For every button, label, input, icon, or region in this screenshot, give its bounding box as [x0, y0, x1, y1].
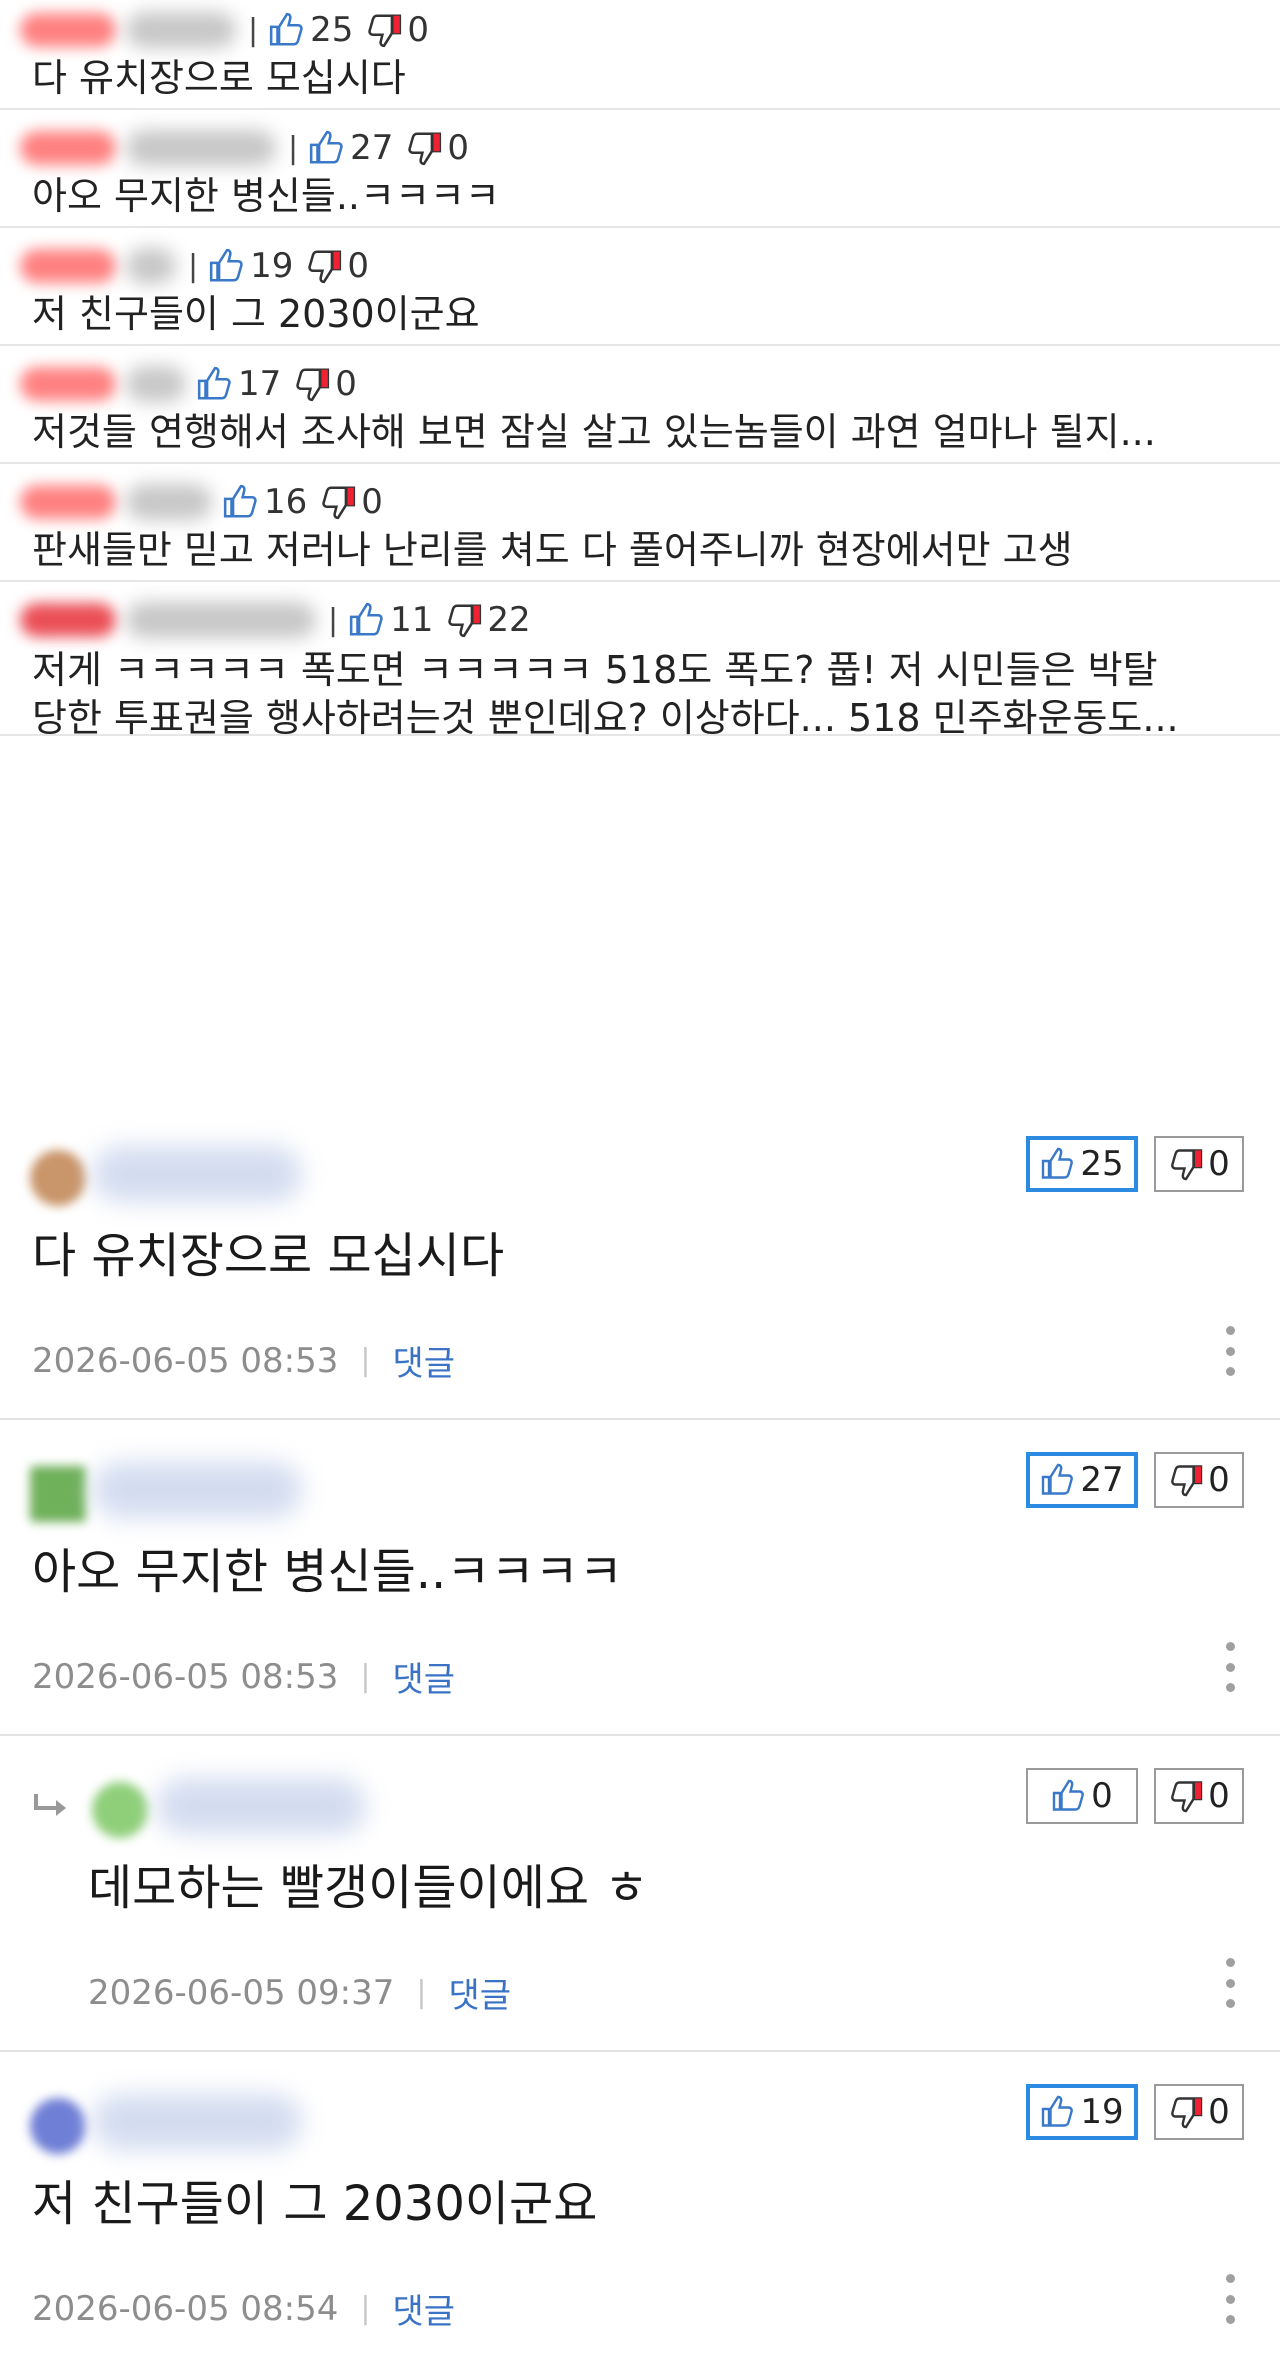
comment-meta: 2026-06-05 09:37 | 댓글: [88, 1968, 511, 2017]
comment-text: 아오 무지한 병신들..ㅋㅋㅋㅋ: [32, 174, 500, 218]
dislike-button[interactable]: 0: [1154, 1136, 1244, 1192]
thumbs-up-icon: [210, 248, 243, 282]
thumbs-up-icon: [223, 484, 257, 518]
compact-comment[interactable]: 16 0 판새들만 믿고 저러나 난리를 쳐도 다 풀어주니까 현장에서만 고생: [0, 464, 1280, 582]
comment-text-line2: 당한 투표권을 행사하려는것 뿐인데요? 이상하다... 518 민주화운동도.…: [32, 696, 1179, 740]
comment-meta: 2026-06-05 08:53 | 댓글: [32, 1652, 455, 1701]
thumbs-up-icon: [270, 12, 303, 46]
thumbs-up-icon: [1042, 1147, 1074, 1179]
comment-meta: 2026-06-05 08:54 | 댓글: [32, 2284, 455, 2333]
like-count[interactable]: 11: [348, 600, 433, 640]
thumbs-up-icon: [1052, 1779, 1085, 1811]
comment-text: 판새들만 믿고 저러나 난리를 쳐도 다 풀어주니까 현장에서만 고생: [32, 528, 1073, 572]
comment-text: 저 친구들이 그 2030이군요: [32, 292, 480, 336]
reply-arrow-icon: [34, 1794, 66, 1816]
thumbs-up-icon: [1042, 1463, 1074, 1495]
author-name: [126, 366, 186, 402]
more-vertical-icon[interactable]: [1224, 1958, 1236, 2008]
compact-comment[interactable]: | 25 0 다 유치장으로 모십시다: [0, 0, 1280, 110]
dislike-button[interactable]: 0: [1154, 1452, 1244, 1508]
author-name: [126, 484, 212, 520]
like-count[interactable]: 25: [268, 10, 353, 50]
comment-body: 저 친구들이 그 2030이군요: [32, 2176, 598, 2232]
thumbs-down-icon: [308, 250, 342, 284]
like-button[interactable]: 19: [1026, 2084, 1138, 2140]
like-count[interactable]: 17: [196, 364, 281, 404]
thumbs-up-icon: [310, 130, 343, 164]
dislike-button[interactable]: 0: [1154, 1768, 1244, 1824]
thumbs-down-icon: [296, 368, 330, 402]
thumbs-down-icon: [408, 132, 442, 166]
comment-page: | 25 0 다 유치장으로 모십시다 | 27 0 아오 무지한 병신들..ㅋ…: [0, 0, 1280, 2358]
thumbs-down-icon: [1171, 2097, 1203, 2129]
comment-body: 데모하는 빨갱이들이에요 ㅎ: [88, 1860, 649, 1916]
dislike-button[interactable]: 0: [1154, 2084, 1244, 2140]
reply-link[interactable]: 댓글: [449, 1968, 512, 2017]
compact-comment[interactable]: | 11 22 저게 ㅋㅋㅋㅋㅋ 폭도면 ㅋㅋㅋㅋㅋ 518도 폭도? 풉! 저…: [0, 582, 1280, 740]
more-vertical-icon[interactable]: [1224, 2274, 1236, 2324]
comment-text-line1: 저게 ㅋㅋㅋㅋㅋ 폭도면 ㅋㅋㅋㅋㅋ 518도 폭도? 풉! 저 시민들은 박탈: [32, 648, 1158, 692]
dislike-count[interactable]: 0: [319, 482, 383, 522]
author-name: [126, 12, 236, 48]
like-button[interactable]: 27: [1026, 1452, 1138, 1508]
timestamp: 2026-06-05 09:37: [88, 1972, 395, 2013]
author-name: [92, 1462, 302, 1518]
avatar: [30, 1466, 86, 1522]
thumbs-down-icon: [1171, 1781, 1203, 1813]
avatar: [20, 13, 116, 47]
like-count[interactable]: 27: [308, 128, 393, 168]
comment-meta: 2026-06-05 08:53 | 댓글: [32, 1336, 455, 1385]
author-name: [156, 1778, 366, 1834]
thumbs-down-icon: [1171, 1149, 1203, 1181]
thumbs-up-icon: [1042, 2095, 1074, 2127]
like-button[interactable]: 25: [1026, 1136, 1138, 1192]
compact-comment[interactable]: | 19 0 저 친구들이 그 2030이군요: [0, 228, 1280, 346]
reply-link[interactable]: 댓글: [393, 1336, 456, 1385]
comment-body: 다 유치장으로 모십시다: [32, 1228, 505, 1284]
dislike-count[interactable]: 0: [293, 364, 357, 404]
dislike-count[interactable]: 0: [405, 128, 469, 168]
comment-body: 아오 무지한 병신들..ㅋㅋㅋㅋ: [32, 1544, 623, 1600]
thumbs-down-icon: [322, 486, 356, 520]
avatar: [20, 485, 116, 519]
comment-card: 25 0 다 유치장으로 모십시다 2026-06-05 08:53 | 댓글: [0, 1104, 1280, 1420]
like-count[interactable]: 19: [208, 246, 293, 286]
thumbs-down-icon: [1171, 1465, 1203, 1497]
author-name: [92, 1146, 302, 1202]
avatar: [30, 2098, 86, 2154]
comment-card: 27 0 아오 무지한 병신들..ㅋㅋㅋㅋ 2026-06-05 08:53 |…: [0, 1420, 1280, 1736]
timestamp: 2026-06-05 08:53: [32, 1656, 339, 1697]
more-vertical-icon[interactable]: [1224, 1642, 1236, 1692]
reply-card: 0 0 데모하는 빨갱이들이에요 ㅎ 2026-06-05 09:37 | 댓글: [0, 1736, 1280, 2052]
like-count[interactable]: 16: [222, 482, 307, 522]
more-vertical-icon[interactable]: [1224, 1326, 1236, 1376]
like-button[interactable]: 0: [1026, 1768, 1138, 1824]
comment-text: 다 유치장으로 모십시다: [32, 56, 406, 100]
avatar: [20, 249, 116, 283]
reply-link[interactable]: 댓글: [393, 2284, 456, 2333]
avatar: [20, 367, 116, 401]
compact-comment[interactable]: 17 0 저것들 연행해서 조사해 보면 잠실 살고 있는놈들이 과연 얼마나 …: [0, 346, 1280, 464]
avatar: [20, 131, 116, 165]
author-name: [92, 2094, 302, 2150]
thumbs-down-icon: [448, 604, 482, 638]
avatar: [20, 603, 116, 637]
compact-comment[interactable]: | 27 0 아오 무지한 병신들..ㅋㅋㅋㅋ: [0, 110, 1280, 228]
thumbs-up-icon: [197, 366, 231, 400]
timestamp: 2026-06-05 08:53: [32, 1340, 339, 1381]
dislike-count[interactable]: 0: [365, 10, 429, 50]
comment-text: 저것들 연행해서 조사해 보면 잠실 살고 있는놈들이 과연 얼마나 될지...: [32, 410, 1156, 454]
dislike-count[interactable]: 0: [305, 246, 369, 286]
avatar: [92, 1782, 148, 1838]
author-name: [126, 248, 176, 284]
dislike-count[interactable]: 22: [445, 600, 531, 640]
timestamp: 2026-06-05 08:54: [32, 2288, 339, 2329]
thumbs-down-icon: [368, 14, 402, 48]
avatar: [30, 1150, 86, 1206]
reply-link[interactable]: 댓글: [393, 1652, 456, 1701]
author-name: [126, 602, 316, 638]
author-name: [126, 130, 276, 166]
thumbs-up-icon: [350, 602, 383, 636]
comment-card: 19 0 저 친구들이 그 2030이군요 2026-06-05 08:54 |…: [0, 2052, 1280, 2368]
